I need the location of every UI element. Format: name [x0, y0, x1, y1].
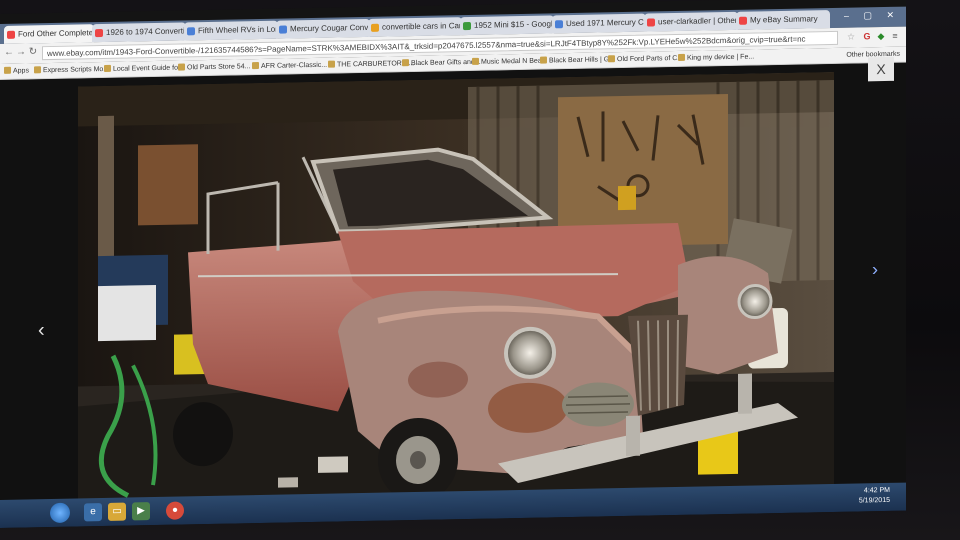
tab-9[interactable]: My eBay Summary: [736, 10, 830, 30]
bookmark[interactable]: Old Ford Parts of C...: [608, 53, 683, 65]
tab-4[interactable]: Mercury Cougar Convert...: [276, 18, 370, 39]
clock-date: 5/19/2015: [858, 496, 890, 505]
clock-time: 4:42 PM: [863, 486, 890, 495]
menu-icon[interactable]: ≡: [890, 31, 900, 41]
reload-icon[interactable]: ↻: [27, 46, 39, 58]
bookmark[interactable]: Black Bear Hills | Gif: [540, 54, 613, 66]
favicon-icon: [279, 25, 287, 34]
tab-8[interactable]: user-clarkadler | Other...: [644, 11, 738, 32]
car-in-barn-image: [78, 71, 834, 507]
tab-6[interactable]: 1952 Mini $15 - Google: [460, 15, 554, 36]
favicon-icon: [739, 16, 747, 25]
bookmark[interactable]: Express Scripts Mo...: [34, 64, 109, 76]
ebay-favicon-icon: [7, 30, 15, 39]
back-icon[interactable]: ←: [3, 47, 15, 59]
favicon-icon: [187, 27, 195, 36]
extension-green-icon[interactable]: ◆: [876, 31, 886, 41]
bookmark[interactable]: Old Parts Store 54...: [178, 61, 250, 73]
star-icon[interactable]: ☆: [846, 32, 856, 42]
media-icon[interactable]: ▶: [132, 502, 150, 521]
ie-icon[interactable]: e: [84, 503, 102, 522]
bookmark[interactable]: Black Bear Gifts and...: [402, 57, 481, 70]
start-button[interactable]: [50, 502, 70, 524]
tab-2[interactable]: 1926 to 1974 Convertible: [92, 22, 186, 43]
image-lightbox: X ‹ ›: [0, 56, 906, 507]
next-image-icon[interactable]: ›: [872, 259, 878, 280]
favicon-icon: [371, 23, 379, 32]
tab-1[interactable]: Ford Other Complete Li...: [4, 24, 94, 44]
tab-7[interactable]: Used 1971 Mercury Cou...: [552, 13, 646, 34]
favicon-icon: [95, 29, 103, 38]
bookmark[interactable]: Music Medal N Bea...: [472, 55, 548, 67]
bookmark[interactable]: Local Event Guide fo...: [104, 62, 184, 75]
favicon-icon: [555, 20, 563, 29]
chrome-icon[interactable]: ●: [166, 501, 184, 520]
close-button[interactable]: X: [868, 56, 894, 82]
folder-icon[interactable]: ▭: [108, 502, 126, 521]
extension-icon[interactable]: G: [862, 31, 872, 41]
bookmark[interactable]: AFR Carter-Classic...: [252, 60, 327, 72]
tab-3[interactable]: Fifth Wheel RVs in Long...: [184, 20, 278, 41]
favicon-icon: [463, 21, 471, 31]
favicon-icon: [647, 18, 655, 27]
system-clock[interactable]: 4:42 PM 5/19/2015: [859, 486, 890, 507]
bookmark-apps[interactable]: Apps: [4, 65, 29, 76]
tab-5[interactable]: convertible cars in Caro...: [368, 17, 462, 37]
window-controls[interactable]: – ▢ ✕: [844, 10, 900, 22]
screen: Ford Other Complete Li... 1926 to 1974 C…: [0, 0, 906, 529]
bookmark[interactable]: King my device | Fe...: [678, 52, 754, 64]
monitor-bezel: Ford Other Complete Li... 1926 to 1974 C…: [0, 0, 960, 540]
forward-icon[interactable]: →: [15, 46, 27, 58]
previous-image-icon[interactable]: ‹: [38, 319, 45, 342]
listing-photo: [78, 71, 834, 507]
